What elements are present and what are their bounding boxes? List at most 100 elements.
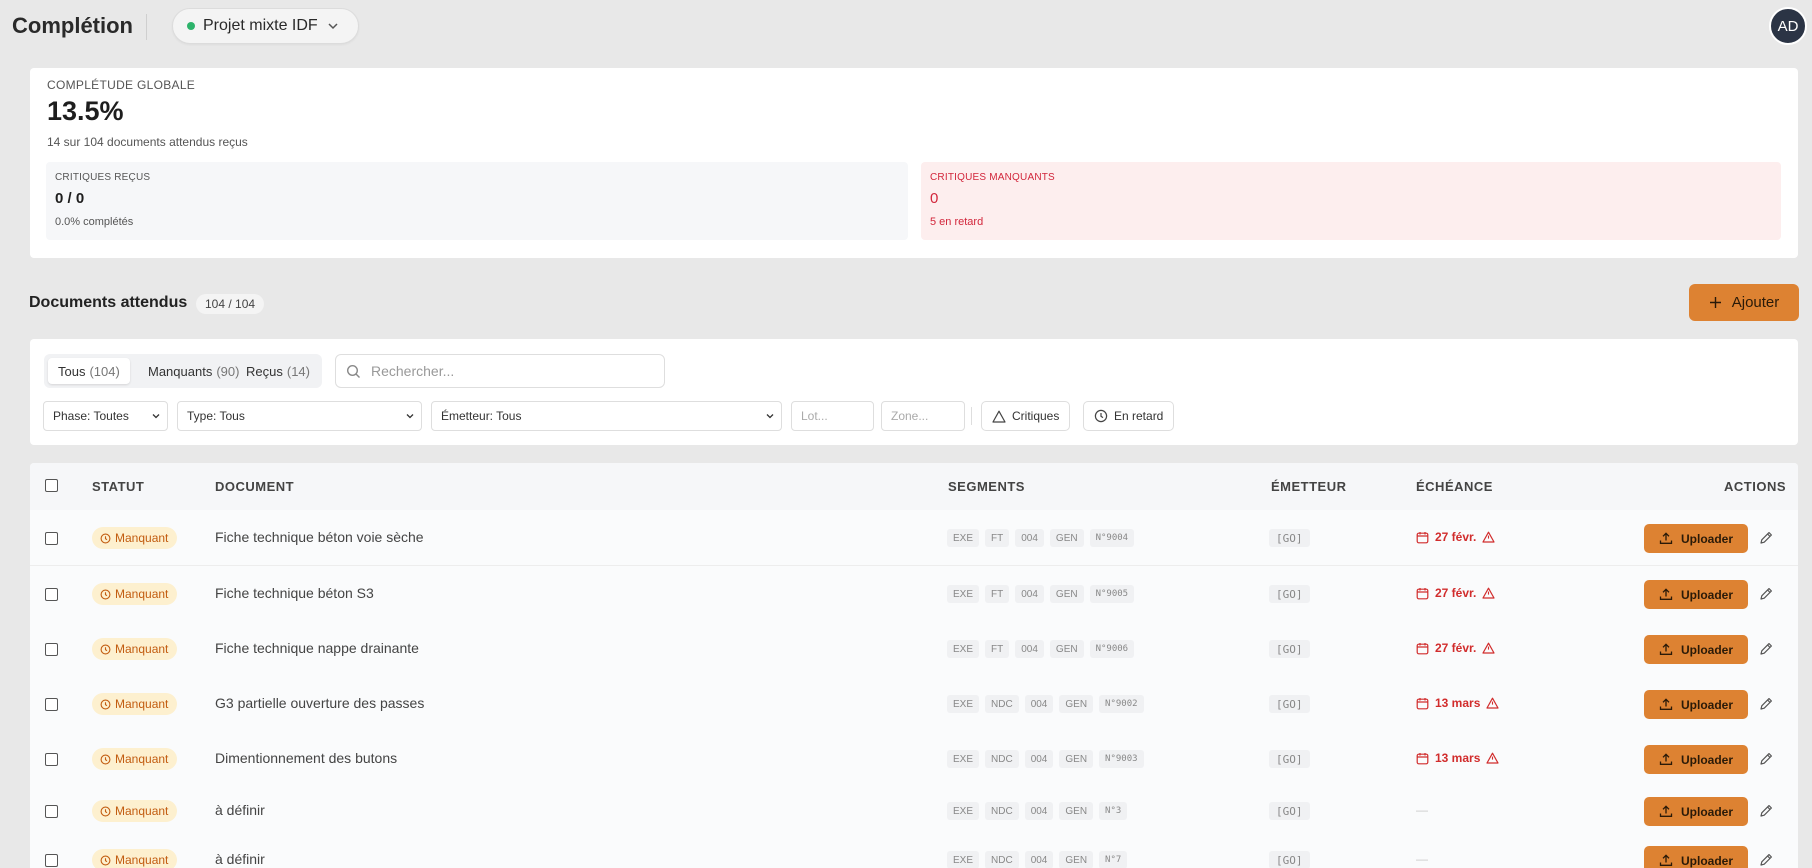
segment-tag: EXE (947, 695, 980, 713)
due-date-label: 13 mars (1435, 751, 1481, 765)
chevron-down-icon (766, 414, 774, 419)
select-all-checkbox[interactable] (45, 479, 58, 492)
edit-icon[interactable] (1758, 586, 1774, 602)
column-header-echeance[interactable]: ÉCHÉANCE (1416, 479, 1493, 494)
edit-icon[interactable] (1758, 641, 1774, 657)
tab-received[interactable]: Reçus (14) (236, 358, 320, 384)
segment-tag: N°9005 (1089, 585, 1135, 603)
segment-tag: 004 (1015, 640, 1044, 658)
document-name[interactable]: à définir (215, 802, 265, 818)
table-row[interactable]: Manquant Fiche technique béton voie sèch… (30, 510, 1798, 566)
due-date-label: — (1416, 852, 1428, 866)
edit-icon[interactable] (1758, 751, 1774, 767)
global-completion-label: COMPLÉTUDE GLOBALE (47, 78, 196, 92)
tab-missing[interactable]: Manquants (90) (138, 358, 249, 384)
column-header-emetteur[interactable]: ÉMETTEUR (1271, 479, 1347, 494)
late-filter-label: En retard (1114, 409, 1164, 423)
add-button[interactable]: Ajouter (1689, 284, 1799, 321)
column-header-segments: SEGMENTS (948, 479, 1025, 494)
status-dot-icon (187, 22, 195, 30)
segment-tag: 004 (1015, 529, 1044, 547)
critical-received-value: 0 / 0 (55, 190, 85, 207)
row-checkbox[interactable] (45, 698, 58, 711)
clock-icon (100, 533, 111, 543)
segment-tag: FT (985, 585, 1010, 603)
project-name: Projet mixte IDF (203, 17, 318, 34)
upload-button[interactable]: Uploader (1644, 690, 1748, 719)
segment-tag: FT (985, 640, 1010, 658)
phase-select[interactable]: Phase: Toutes (43, 401, 168, 431)
segments-group: EXE FT 004 GEN N°9004 (947, 529, 1135, 547)
critical-filter-toggle[interactable]: Critiques (981, 401, 1071, 431)
table-row[interactable]: Manquant à définir EXE NDC 004 GEN N°7 [GO] … (30, 835, 1798, 868)
search-icon (346, 364, 360, 378)
upload-button[interactable]: Uploader (1644, 524, 1748, 553)
chevron-down-icon (406, 414, 414, 419)
column-header-statut[interactable]: STATUT (92, 479, 144, 494)
segment-tag: GEN (1049, 585, 1084, 603)
page-title: Complétion (12, 13, 133, 38)
tab-label: Reçus (246, 363, 283, 379)
table-row[interactable]: Manquant à définir EXE NDC 004 GEN N°3 [GO] … (30, 786, 1798, 836)
upload-button[interactable]: Uploader (1644, 797, 1748, 826)
due-date-label: 27 févr. (1435, 586, 1477, 600)
document-name[interactable]: Fiche technique béton S3 (215, 585, 374, 601)
status-badge: Manquant (92, 849, 178, 868)
row-checkbox[interactable] (45, 854, 58, 867)
document-name[interactable]: Fiche technique nappe drainante (215, 640, 419, 656)
row-checkbox[interactable] (45, 805, 58, 818)
document-name[interactable]: à définir (215, 851, 265, 867)
status-badge: Manquant (92, 748, 178, 770)
upload-button[interactable]: Uploader (1644, 745, 1748, 774)
lot-field (791, 401, 874, 431)
calendar-icon (1416, 531, 1429, 543)
critical-received-sub: 0.0% complétés (55, 216, 134, 228)
status-label: Manquant (115, 587, 169, 601)
edit-icon[interactable] (1758, 530, 1774, 546)
segments-group: EXE FT 004 GEN N°9005 (947, 585, 1135, 603)
row-checkbox[interactable] (45, 643, 58, 656)
document-name[interactable]: Dimentionnement des butons (215, 750, 397, 766)
table-row[interactable]: Manquant G3 partielle ouverture des pass… (30, 676, 1798, 732)
late-filter-toggle[interactable]: En retard (1083, 401, 1175, 431)
due-date: — (1416, 803, 1428, 817)
table-row[interactable]: Manquant Fiche technique nappe drainante… (30, 621, 1798, 677)
edit-icon[interactable] (1758, 852, 1774, 868)
search-input[interactable] (369, 362, 653, 380)
due-date: 13 mars (1416, 696, 1499, 710)
edit-icon[interactable] (1758, 803, 1774, 819)
upload-button[interactable]: Uploader (1644, 580, 1748, 609)
type-select[interactable]: Type: Tous (177, 401, 422, 431)
top-bar: Complétion Projet mixte IDF AD (0, 0, 1812, 54)
upload-icon (1659, 698, 1673, 710)
edit-icon[interactable] (1758, 696, 1774, 712)
emetteur-select[interactable]: Émetteur: Tous (431, 401, 782, 431)
segment-tag: 004 (1015, 585, 1044, 603)
row-checkbox[interactable] (45, 753, 58, 766)
zone-input[interactable] (882, 402, 964, 430)
critical-received-card: CRITIQUES REÇUS 0 / 0 0.0% complétés (46, 162, 908, 240)
upload-button[interactable]: Uploader (1644, 635, 1748, 664)
tab-all[interactable]: Tous (104) (48, 358, 130, 384)
segment-tag: GEN (1059, 802, 1094, 820)
document-name[interactable]: G3 partielle ouverture des passes (215, 695, 424, 711)
row-checkbox[interactable] (45, 532, 58, 545)
emitter-tag: [GO] (1269, 529, 1310, 547)
upload-icon (1659, 753, 1673, 765)
search-box (335, 354, 665, 388)
global-completion-value: 13.5% (47, 96, 124, 126)
lot-input[interactable] (792, 402, 873, 430)
clock-icon (100, 644, 111, 654)
upload-button-label: Uploader (1680, 642, 1733, 657)
due-date: 27 févr. (1416, 530, 1495, 544)
upload-button[interactable]: Uploader (1644, 846, 1748, 868)
row-checkbox[interactable] (45, 588, 58, 601)
avatar[interactable]: AD (1769, 7, 1807, 45)
warning-icon (1482, 587, 1495, 599)
table-row[interactable]: Manquant Dimentionnement des butons EXE N… (30, 731, 1798, 787)
document-name[interactable]: Fiche technique béton voie sèche (215, 529, 424, 545)
warning-icon (1482, 531, 1495, 543)
column-header-document[interactable]: DOCUMENT (215, 479, 294, 494)
project-selector[interactable]: Projet mixte IDF (172, 8, 359, 44)
table-row[interactable]: Manquant Fiche technique béton S3 EXE FT 0… (30, 566, 1798, 622)
